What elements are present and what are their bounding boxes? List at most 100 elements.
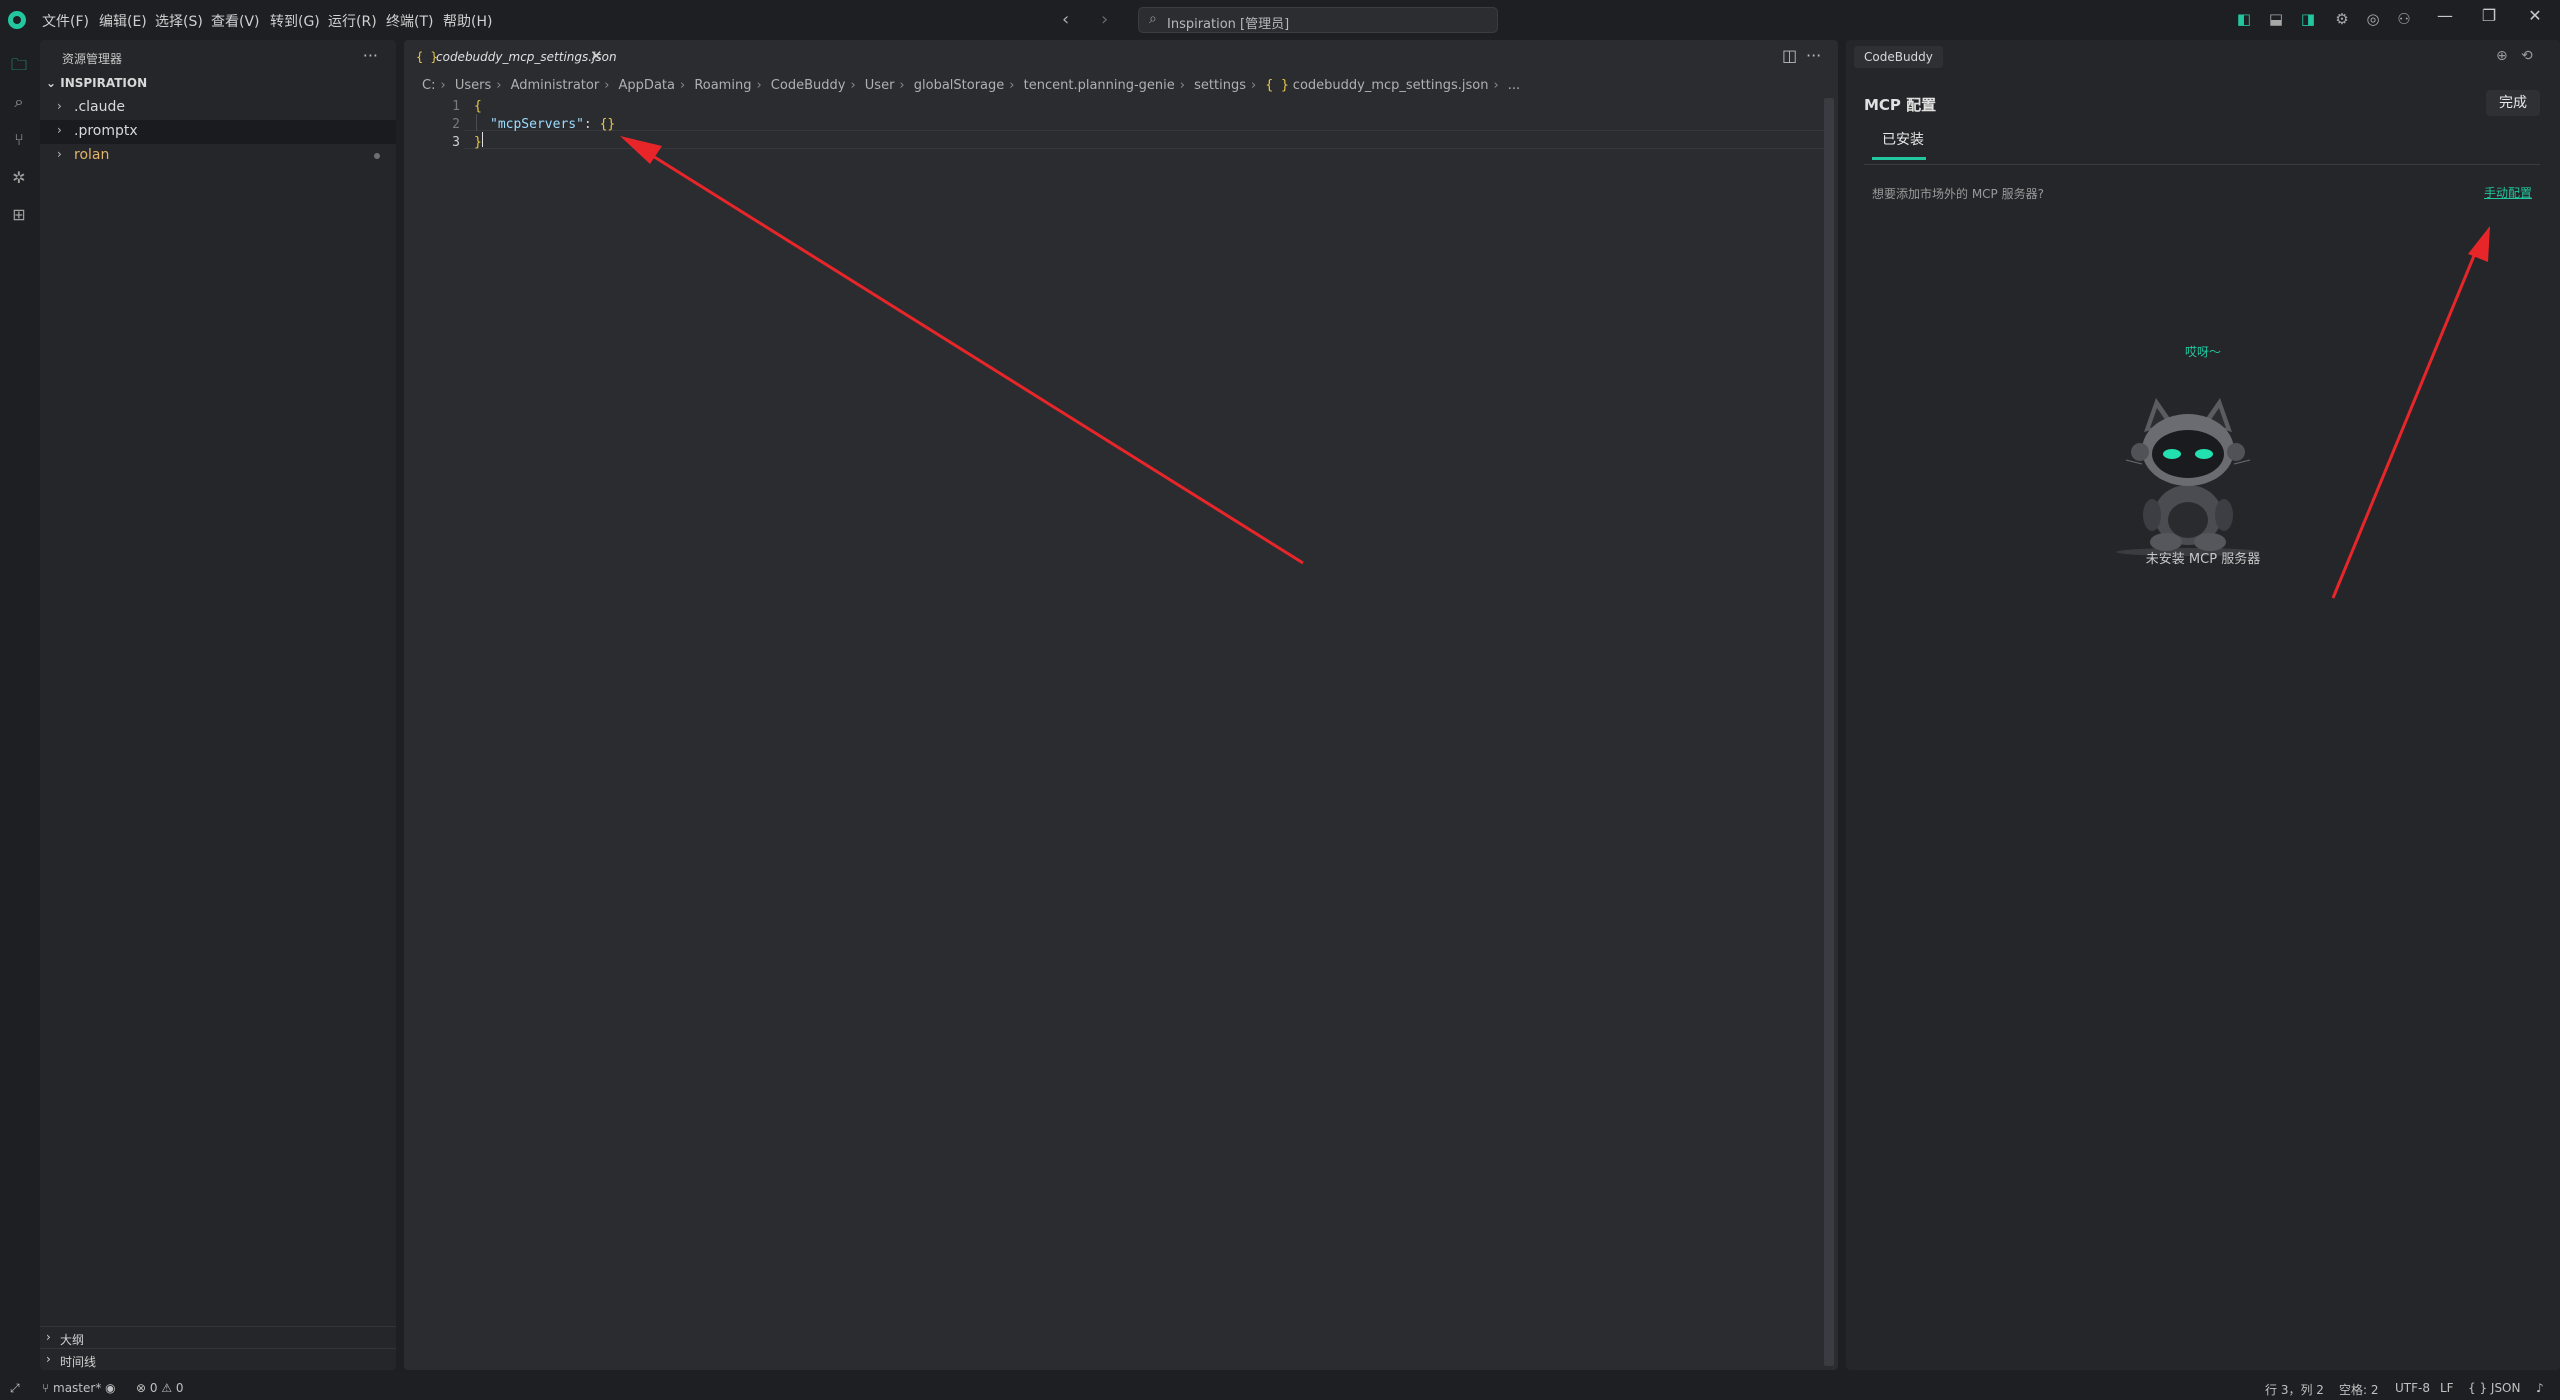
breadcrumb-segment[interactable]: Roaming xyxy=(694,78,751,93)
code-token: } xyxy=(474,135,482,150)
notifications-bell-icon[interactable]: ♪ xyxy=(2536,1381,2544,1395)
toggle-panel-icon[interactable]: ⬓ xyxy=(2267,10,2285,28)
modified-dot-icon xyxy=(374,153,380,159)
title-bar: 文件(F) 编辑(E) 选择(S) 查看(V) 转到(G) 运行(R) 终端(T… xyxy=(0,0,2560,40)
breadcrumb-segment[interactable]: C: xyxy=(422,78,435,93)
outline-label: 大纲 xyxy=(60,1333,85,1347)
code-line-3[interactable]: } xyxy=(474,135,482,150)
done-button[interactable]: 完成 xyxy=(2486,90,2540,116)
split-editor-icon[interactable]: ◫ xyxy=(1782,46,1797,65)
tree-item-rolan[interactable]: › rolan xyxy=(40,144,396,168)
cursor-position[interactable]: 行 3，列 2 xyxy=(2265,1381,2324,1398)
robot-cat-mascot-icon xyxy=(2116,398,2260,556)
status-bar: ⤢ ⑂ master* ◉ ⊗ 0 ⚠ 0 行 3，列 2 空格: 2 UTF-… xyxy=(0,1378,2560,1400)
line-number: 2 xyxy=(452,117,460,132)
code-token: { xyxy=(474,99,482,114)
language-mode[interactable]: { } JSON xyxy=(2468,1381,2520,1395)
explorer-sidebar: 资源管理器 ··· ⌄ INSPIRATION › .claude › .pro… xyxy=(40,40,396,1370)
search-label: Inspiration [管理员] xyxy=(1167,17,1290,32)
breadcrumb-segment[interactable]: tencent.planning-genie xyxy=(1024,78,1175,93)
current-line-highlight xyxy=(464,130,1828,149)
codebuddy-panel: CodeBuddy ⊕ ⟲ MCP 配置 完成 已安装 想要添加市场外的 MCP… xyxy=(1846,40,2560,1370)
breadcrumb-segment[interactable]: Administrator xyxy=(511,78,600,93)
marketplace-hint: 想要添加市场外的 MCP 服务器? xyxy=(1872,187,2044,201)
search-icon[interactable]: ⌕ xyxy=(9,92,29,112)
run-debug-icon[interactable]: ✲ xyxy=(9,168,29,188)
breadcrumb-file[interactable]: codebuddy_mcp_settings.json xyxy=(1293,78,1489,93)
timeline-section[interactable]: › 时间线 xyxy=(40,1348,396,1370)
search-icon: ⌕ xyxy=(1149,11,1157,27)
forward-arrow-icon[interactable]: › xyxy=(1101,9,1108,30)
indent-guide xyxy=(476,114,477,131)
activity-bar: 🗀 ⌕ ⑂ ✲ ⊞ xyxy=(0,40,38,1370)
indentation[interactable]: 空格: 2 xyxy=(2339,1381,2379,1398)
editor-scrollbar[interactable] xyxy=(1824,98,1834,1366)
more-actions-icon[interactable]: ··· xyxy=(363,46,378,65)
divider xyxy=(1864,164,2540,165)
line-ending[interactable]: LF xyxy=(2440,1381,2454,1395)
chevron-right-icon: › xyxy=(57,147,62,161)
extensions-icon[interactable]: ⊞ xyxy=(9,205,29,225)
editor-tab[interactable]: { } codebuddy_mcp_settings.json ✕ xyxy=(408,44,617,70)
line-number: 1 xyxy=(452,99,460,114)
tree-item-claude[interactable]: › .claude xyxy=(40,96,396,120)
breadcrumb-segment[interactable]: globalStorage xyxy=(914,78,1005,93)
code-line-1[interactable]: { xyxy=(474,99,482,114)
breadcrumb-segment[interactable]: AppData xyxy=(619,78,675,93)
encoding[interactable]: UTF-8 xyxy=(2395,1381,2430,1395)
menu-run[interactable]: 运行(R) xyxy=(328,11,377,31)
history-icon[interactable]: ⟲ xyxy=(2521,48,2533,64)
page-title: MCP 配置 xyxy=(1864,96,1937,114)
empty-state-text: 未安装 MCP 服务器 xyxy=(2145,552,2261,567)
back-arrow-icon[interactable]: ‹ xyxy=(1062,9,1069,30)
menu-edit[interactable]: 编辑(E) xyxy=(99,11,147,31)
toggle-secondary-sidebar-icon[interactable]: ◨ xyxy=(2299,10,2317,28)
breadcrumb-segment[interactable]: settings xyxy=(1194,78,1246,93)
new-chat-icon[interactable]: ⊕ xyxy=(2496,48,2508,64)
eye-icon: ◉ xyxy=(105,1381,116,1395)
menu-help[interactable]: 帮助(H) xyxy=(443,11,492,31)
breadcrumb: C: › Users › Administrator › AppData › Roami… xyxy=(422,78,1521,93)
source-control-icon[interactable]: ⑂ xyxy=(9,130,29,150)
code-token: : xyxy=(583,117,600,132)
copilot-icon[interactable]: ◎ xyxy=(2364,10,2382,28)
branch-indicator[interactable]: ⑂ master* ◉ xyxy=(42,1381,116,1395)
problems-indicator[interactable]: ⊗ 0 ⚠ 0 xyxy=(136,1381,184,1395)
window-restore-button[interactable]: ❐ xyxy=(2477,6,2501,25)
menu-go[interactable]: 转到(G) xyxy=(270,11,320,31)
toggle-primary-sidebar-icon[interactable]: ◧ xyxy=(2235,10,2253,28)
breadcrumb-segment[interactable]: CodeBuddy xyxy=(771,78,846,93)
window-minimize-button[interactable]: — xyxy=(2433,6,2457,25)
breadcrumb-segment[interactable]: Users xyxy=(455,78,491,93)
editor-more-icon[interactable]: ··· xyxy=(1806,46,1821,65)
outline-section[interactable]: › 大纲 xyxy=(40,1326,396,1348)
command-center-search[interactable]: ⌕ Inspiration [管理员] xyxy=(1138,7,1498,33)
account-icon[interactable]: ⚇ xyxy=(2395,10,2413,28)
manual-config-link[interactable]: 手动配置 xyxy=(2484,184,2532,201)
branch-label: master* xyxy=(53,1381,102,1395)
tab-installed[interactable]: 已安装 xyxy=(1882,129,1924,149)
settings-gear-icon[interactable]: ⚙ xyxy=(2333,10,2351,28)
panel-tab-codebuddy[interactable]: CodeBuddy xyxy=(1854,46,1943,68)
tree-item-promptx[interactable]: › .promptx xyxy=(40,120,396,144)
tab-close-icon[interactable]: ✕ xyxy=(590,47,603,65)
code-line-2[interactable]: "mcpServers": {} xyxy=(490,117,615,132)
menu-selection[interactable]: 选择(S) xyxy=(155,11,203,31)
window-close-button[interactable]: ✕ xyxy=(2523,6,2547,25)
timeline-label: 时间线 xyxy=(60,1355,97,1369)
tree-item-label: .promptx xyxy=(74,123,138,139)
code-token: {} xyxy=(599,117,616,132)
workspace-root[interactable]: ⌄ INSPIRATION xyxy=(46,76,147,90)
tree-item-label: rolan xyxy=(74,147,110,163)
breadcrumb-tail[interactable]: ... xyxy=(1508,78,1520,93)
remote-icon[interactable]: ⤢ xyxy=(10,1381,20,1396)
menu-view[interactable]: 查看(V) xyxy=(211,11,260,31)
menu-file[interactable]: 文件(F) xyxy=(42,11,89,31)
menu-terminal[interactable]: 终端(T) xyxy=(386,11,433,31)
code-token: "mcpServers" xyxy=(490,117,584,132)
breadcrumb-segment[interactable]: User xyxy=(865,78,895,93)
tree-item-label: .claude xyxy=(74,99,125,115)
tab-active-indicator xyxy=(1872,157,1926,160)
explorer-files-icon[interactable]: 🗀 xyxy=(9,54,29,74)
text-caret xyxy=(482,132,483,147)
